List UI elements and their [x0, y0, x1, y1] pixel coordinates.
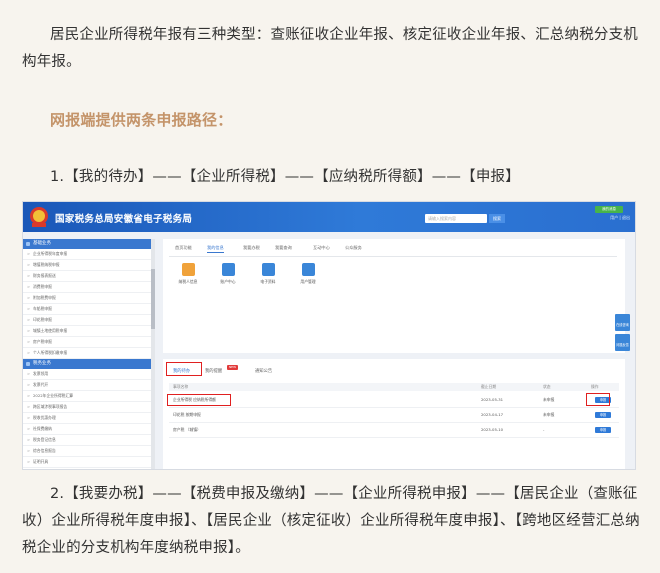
tax-emblem-icon [30, 207, 48, 227]
service-icon [181, 263, 195, 276]
table-row: 企业所得税 应纳税所得额 2023-05-31 未申报 申报 [169, 393, 619, 408]
row-date: 2023-05-31 [481, 397, 504, 402]
row-status: - [543, 427, 545, 432]
service-label: 纳税人信息 [178, 279, 198, 284]
top-tab[interactable]: 我的信息 [207, 245, 224, 253]
sidebar-list-tax: 发票领用发票代开2022年企业所得税汇算跨区域涉税事项报告税收优惠办理社保费缴纳… [23, 369, 155, 468]
service-label: 账户中心 [220, 279, 236, 284]
sidebar-item[interactable]: 证明开具 [23, 457, 155, 468]
highlight-declare-button [586, 393, 610, 406]
new-badge: NEW [227, 365, 238, 370]
float-consult-button[interactable]: 在线咨询 [615, 314, 630, 331]
header-date: 截止日期 [481, 384, 497, 389]
main-content: 首页功能 我的信息 我要办税 我要查询 互动中心 公众服务 纳税人信息 账户中心 电子资料 用户… [163, 239, 625, 469]
intro-paragraph: 居民企业所得税年报有三种类型：查账征收企业年报、核定征收企业年报、汇总纳税分支机… [22, 27, 638, 70]
sidebar-item[interactable]: 房产税申报 [23, 337, 155, 348]
row-date: 2023-05-10 [481, 427, 504, 432]
row-date: 2023-04-17 [481, 412, 504, 417]
sidebar-item[interactable]: 车船税申报 [23, 304, 155, 315]
header-search-input[interactable]: 请输入搜索内容 [425, 214, 487, 223]
highlight-row-name [167, 394, 231, 406]
sidebar-item[interactable]: 发票代开 [23, 380, 155, 391]
top-tab[interactable]: 互动中心 [313, 245, 330, 251]
sidebar-item[interactable]: 城镇土地使用税申报 [23, 326, 155, 337]
sidebar-item[interactable]: 附加税费申报 [23, 293, 155, 304]
table-row: 房产税 （城镇） 2023-05-10 - 申报 [169, 423, 619, 438]
tab-divider [169, 256, 617, 257]
row-status: 未申报 [543, 397, 555, 402]
panel-tab-notice[interactable]: 通知公告 [255, 368, 272, 374]
top-tab[interactable]: 我要办税 [243, 245, 260, 251]
site-header: 国家税务总局安徽省电子税务局 请输入搜索内容 搜索 我的消息 用户 | 退出 [23, 202, 635, 232]
sidebar-item[interactable]: 社保费缴纳 [23, 424, 155, 435]
sidebar-item[interactable]: 财务报表报送 [23, 271, 155, 282]
embedded-screenshot: 国家税务总局安徽省电子税务局 请输入搜索内容 搜索 我的消息 用户 | 退出 基… [22, 201, 636, 470]
header-status: 状态 [543, 384, 551, 389]
header-message-badge[interactable]: 我的消息 [595, 206, 623, 213]
panel-tab-reminder[interactable]: 我的提醒 [205, 368, 222, 374]
sidebar-section-tax[interactable]: 税务业务 [23, 359, 155, 369]
sidebar-item[interactable]: 企业所得税年度申报 [23, 249, 155, 260]
top-tab[interactable]: 我要查询 [275, 245, 292, 251]
service-icon [261, 263, 275, 276]
path-one-paragraph: 1.【我的待办】——【企业所得税】——【应纳税所得额】——【申报】 [50, 169, 520, 185]
float-feedback-button[interactable]: 问题反馈 [615, 334, 630, 351]
service-shortcut[interactable]: 用户管理 [295, 263, 321, 285]
service-icon [301, 263, 315, 276]
header-user-links[interactable]: 用户 | 退出 [530, 215, 630, 221]
sidebar-item[interactable]: 税收优惠办理 [23, 413, 155, 424]
service-label: 电子资料 [260, 279, 276, 284]
sidebar-list-basic: 企业所得税年度申报增值税纳税申报财务报表报送消费税申报附加税费申报车船税申报印花… [23, 249, 155, 359]
service-label: 用户管理 [300, 279, 316, 284]
sidebar-item[interactable]: 税务登记信息 [23, 435, 155, 446]
header-operation: 操作 [591, 384, 599, 389]
top-tab[interactable]: 首页功能 [175, 245, 192, 251]
header-name: 事项名称 [173, 384, 189, 389]
row-name: 房产税 （城镇） [173, 427, 201, 432]
sidebar-item[interactable]: 印花税申报 [23, 315, 155, 326]
service-shortcut[interactable]: 账户中心 [215, 263, 241, 285]
sidebar-item[interactable]: 增值税纳税申报 [23, 260, 155, 271]
sidebar-scrollbar-thumb[interactable] [151, 269, 155, 329]
sidebar: 基础业务 企业所得税年度申报增值税纳税申报财务报表报送消费税申报附加税费申报车船… [23, 239, 155, 469]
row-status: 未申报 [543, 412, 555, 417]
sidebar-scrollbar[interactable] [151, 239, 155, 469]
sidebar-item[interactable]: 发票领用 [23, 369, 155, 380]
path-two-paragraph: 2.【我要办税】——【税费申报及缴纳】——【企业所得税申报】——【居民企业（查账… [22, 486, 640, 556]
service-shortcut[interactable]: 纳税人信息 [175, 263, 201, 285]
table-header: 事项名称 截止日期 状态 操作 [169, 383, 619, 391]
highlight-todo-tab [166, 362, 202, 376]
table-row: 印花税 按期申报 2023-04-17 未申报 申报 [169, 408, 619, 423]
service-icon [221, 263, 235, 276]
todo-panel: 我的待办 我的提醒 NEW 通知公告 事项名称 截止日期 状态 操作 企业所得税… [163, 353, 625, 469]
subheading: 网报端提供两条申报路径： [50, 111, 233, 129]
declare-button[interactable]: 申报 [595, 412, 611, 418]
sidebar-item[interactable]: 消费税申报 [23, 282, 155, 293]
service-shortcut[interactable]: 电子资料 [255, 263, 281, 285]
sidebar-item[interactable]: 综合信息报告 [23, 446, 155, 457]
sidebar-item[interactable]: 个人所得税扣缴申报 [23, 348, 155, 359]
site-title: 国家税务总局安徽省电子税务局 [55, 214, 193, 225]
header-search-button[interactable]: 搜索 [489, 214, 505, 223]
sidebar-section-basic[interactable]: 基础业务 [23, 239, 155, 249]
top-tab[interactable]: 公众服务 [345, 245, 362, 251]
sidebar-item[interactable]: 2022年企业所得税汇算 [23, 391, 155, 402]
row-name: 印花税 按期申报 [173, 412, 201, 417]
sidebar-item[interactable]: 跨区域涉税事项报告 [23, 402, 155, 413]
declare-button[interactable]: 申报 [595, 427, 611, 433]
